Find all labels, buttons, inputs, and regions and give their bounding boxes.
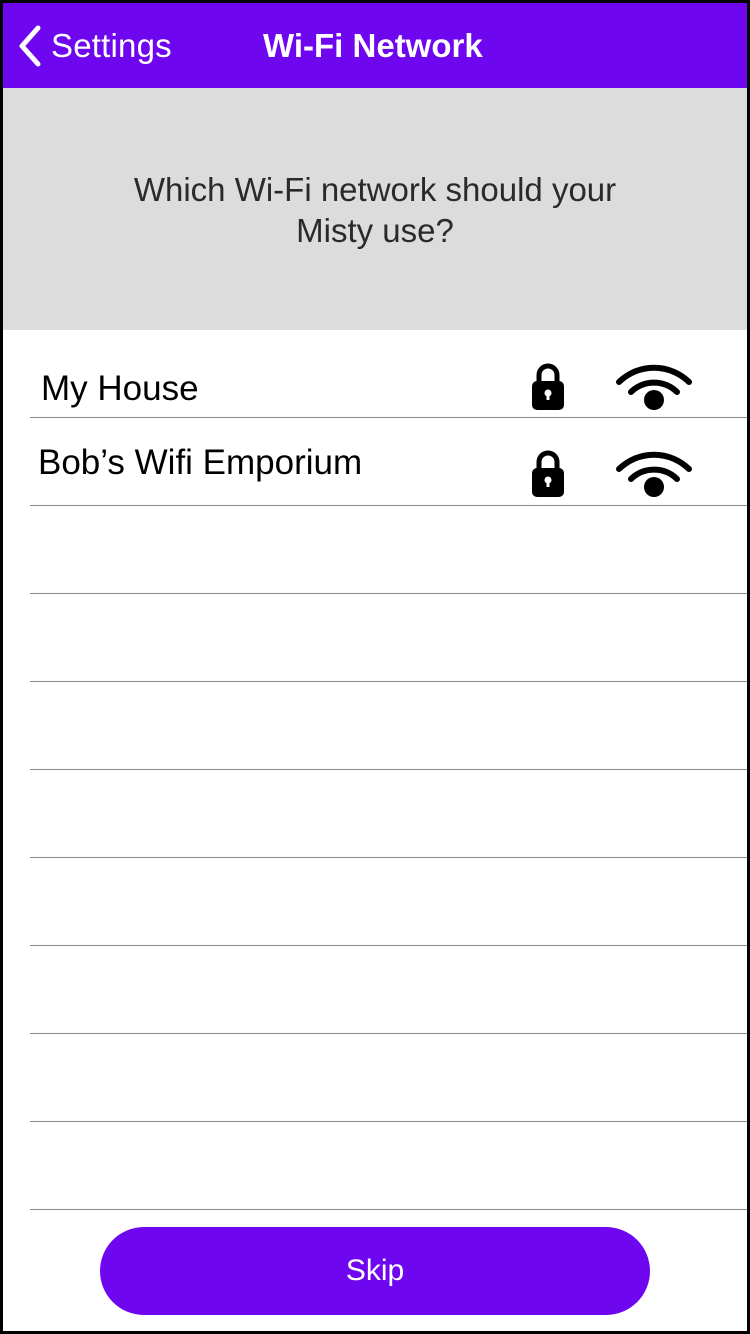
chevron-left-icon (17, 24, 43, 68)
empty-row (3, 594, 747, 682)
prompt-line-1: Which Wi-Fi network should your (133, 171, 617, 208)
navigation-bar: Settings Wi-Fi Network (3, 3, 747, 88)
page-title: Wi-Fi Network (263, 27, 483, 64)
network-name: My House (41, 369, 199, 408)
network-list: My House Bob’s Wifi Emporium (3, 330, 747, 1210)
network-name: Bob’s Wifi Emporium (38, 443, 363, 482)
network-row-my-house[interactable]: My House (3, 330, 747, 418)
wifi-signal-icon (615, 449, 693, 497)
lock-icon (531, 448, 565, 498)
back-button[interactable]: Settings (17, 23, 172, 69)
empty-row (3, 1034, 747, 1122)
back-button-label: Settings (51, 27, 172, 64)
empty-row (3, 770, 747, 858)
prompt-text: Which Wi-Fi network should your Misty us… (3, 169, 747, 251)
empty-row (3, 682, 747, 770)
empty-row (3, 1122, 747, 1210)
empty-row (3, 946, 747, 1034)
row-divider (30, 1209, 747, 1210)
lock-icon (531, 361, 565, 411)
empty-row (3, 858, 747, 946)
wifi-signal-icon (615, 362, 693, 410)
skip-button[interactable]: Skip (100, 1227, 650, 1315)
wifi-network-screen: Settings Wi-Fi Network Which Wi-Fi netwo… (0, 0, 750, 1334)
network-row-bobs-wifi-emporium[interactable]: Bob’s Wifi Emporium (3, 418, 747, 506)
empty-row (3, 506, 747, 594)
prompt-header: Which Wi-Fi network should your Misty us… (3, 88, 747, 330)
prompt-line-2: Misty use? (296, 212, 454, 249)
